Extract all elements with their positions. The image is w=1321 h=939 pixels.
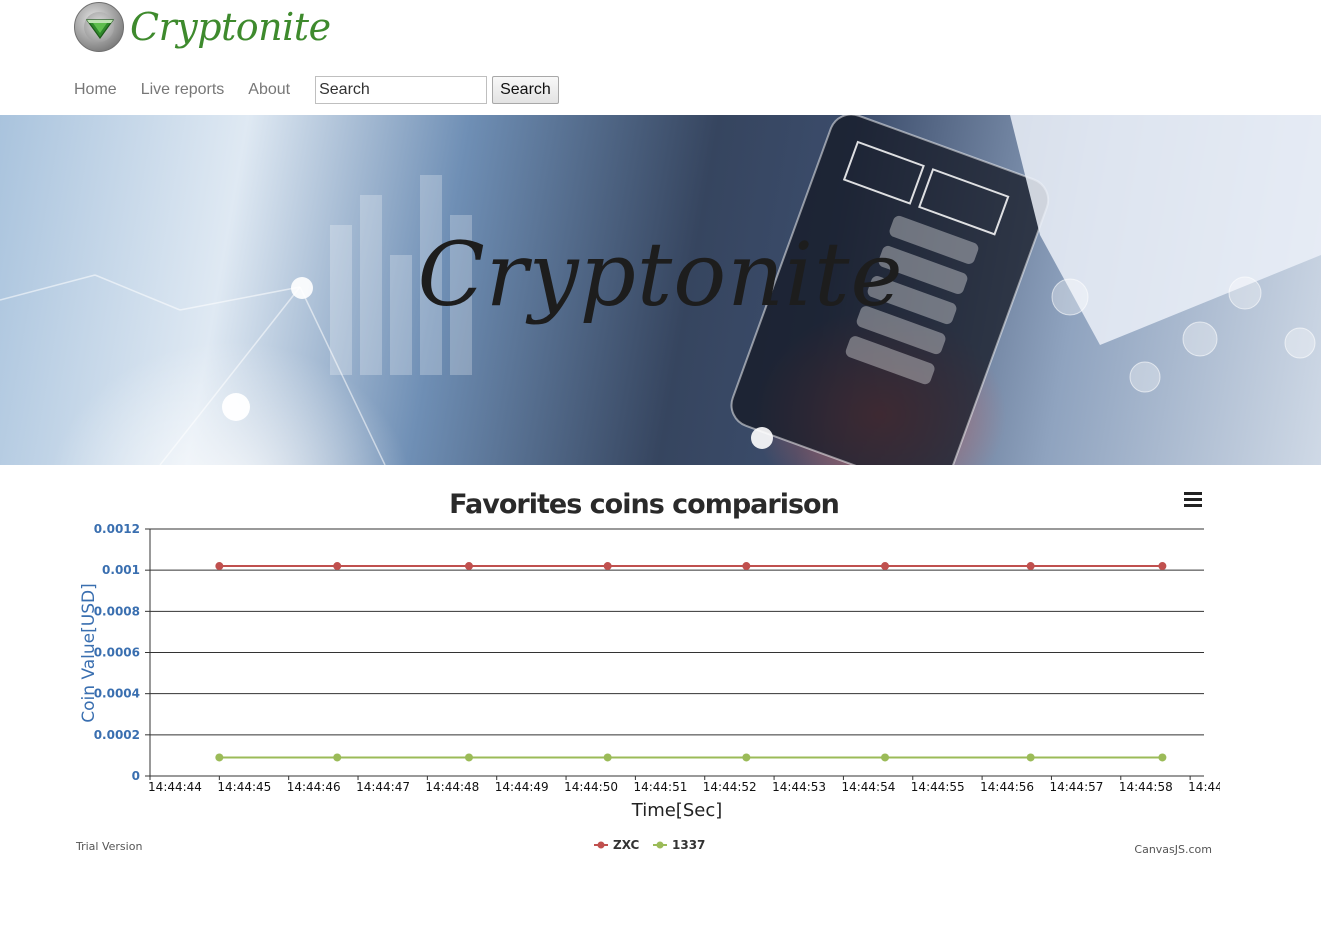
x-tick-label: 14:44:49: [495, 780, 549, 794]
chart-title: Favorites coins comparison: [449, 489, 839, 520]
legend-label-ZXC: ZXC: [613, 838, 640, 852]
data-point-ZXC: [742, 562, 751, 571]
data-point-ZXC: [464, 562, 473, 571]
x-tick-label: 14:44:52: [703, 780, 757, 794]
hero-banner: Cryptonite: [0, 115, 1321, 465]
data-point-1337: [333, 753, 342, 762]
nav-home-link[interactable]: Home: [74, 81, 117, 99]
data-point-1337: [215, 753, 224, 762]
nav-about-link[interactable]: About: [248, 81, 290, 99]
x-tick-label: 14:44:57: [1049, 780, 1103, 794]
data-point-ZXC: [333, 562, 342, 571]
logo[interactable]: Cryptonite: [74, 1, 331, 53]
logo-badge-icon: [74, 2, 124, 52]
data-point-1337: [603, 753, 612, 762]
data-point-1337: [464, 753, 473, 762]
x-tick-label: 14:44:58: [1119, 780, 1173, 794]
nav-live-reports-link[interactable]: Live reports: [141, 81, 225, 99]
x-tick-label: 14:44:59: [1188, 780, 1220, 794]
data-point-ZXC: [603, 562, 612, 571]
data-point-1337: [881, 753, 890, 762]
y-tick-label: 0.001: [102, 563, 140, 577]
hero-title: Cryptonite: [417, 223, 904, 326]
x-tick-label: 14:44:46: [287, 780, 341, 794]
data-point-ZXC: [215, 562, 224, 571]
logo-text: Cryptonite: [130, 5, 331, 49]
data-point-ZXC: [1026, 562, 1035, 571]
x-tick-label: 14:44:53: [772, 780, 826, 794]
y-tick-label: 0.0006: [94, 646, 140, 660]
x-tick-label: 14:44:45: [217, 780, 271, 794]
main-nav: Home Live reports About Search: [74, 75, 559, 105]
x-axis-title: Time[Sec]: [631, 800, 723, 821]
y-tick-label: 0.0012: [94, 522, 140, 536]
search-input[interactable]: [315, 76, 488, 104]
canvasjs-credit-label: CanvasJS.com: [1134, 843, 1212, 856]
trial-version-label: Trial Version: [75, 840, 142, 853]
data-point-1337: [742, 753, 751, 762]
x-tick-label: 14:44:44: [148, 780, 202, 794]
legend-label-1337: 1337: [672, 838, 705, 852]
x-tick-label: 14:44:48: [425, 780, 479, 794]
x-tick-label: 14:44:51: [633, 780, 687, 794]
data-point-1337: [1026, 753, 1035, 762]
data-point-ZXC: [881, 562, 890, 571]
x-tick-label: 14:44:54: [841, 780, 895, 794]
y-tick-label: 0: [132, 769, 140, 783]
x-tick-label: 14:44:50: [564, 780, 618, 794]
x-tick-label: 14:44:55: [911, 780, 965, 794]
y-tick-label: 0.0004: [94, 687, 140, 701]
data-point-ZXC: [1158, 562, 1167, 571]
x-tick-label: 14:44:56: [980, 780, 1034, 794]
chart-menu-icon[interactable]: [1184, 492, 1202, 508]
y-tick-label: 0.0008: [94, 604, 140, 618]
x-tick-label: 14:44:47: [356, 780, 410, 794]
chart-canvas: Favorites coins comparison 0 0.0002 0.0004 0…: [75, 489, 1220, 856]
legend-marker-1337: [656, 841, 664, 849]
y-tick-label: 0.0002: [94, 728, 140, 742]
data-point-1337: [1158, 753, 1167, 762]
coins-comparison-chart: Favorites coins comparison 0 0.0002 0.0004 0…: [70, 478, 1220, 868]
legend-marker-ZXC: [597, 841, 605, 849]
search-button[interactable]: Search: [492, 76, 559, 104]
y-axis-title: Coin Value[USD]: [79, 583, 99, 722]
